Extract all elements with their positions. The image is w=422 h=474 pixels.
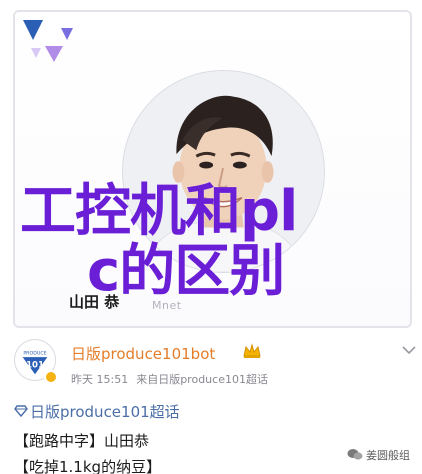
- produce101-corner-logo: [23, 20, 73, 62]
- topic-text: 日版produce101超话: [30, 403, 180, 421]
- diamond-icon: [14, 405, 28, 418]
- svg-text:101: 101: [26, 361, 44, 371]
- post-source[interactable]: 来自日版produce101超话: [136, 373, 268, 386]
- overlay-title: 工控机和pl c的区别: [20, 182, 350, 302]
- wechat-watermark: 姜圆般组: [347, 447, 410, 463]
- post-author-name[interactable]: 日版produce101bot: [71, 343, 215, 364]
- svg-text:PRODUCE: PRODUCE: [23, 350, 46, 356]
- wechat-watermark-text: 姜圆般组: [366, 449, 410, 462]
- verify-badge-icon: [44, 370, 58, 384]
- post-body-line-1: 【跑路中字】山田恭: [14, 432, 150, 450]
- post-time: 昨天 15:51: [71, 373, 129, 386]
- topic-link[interactable]: 日版produce101超话: [14, 401, 180, 422]
- weibo-post-screenshot: 山田 恭 Mnet 工控机和pl c的区别 PRODUCE 101 日版prod…: [0, 0, 422, 474]
- overlay-title-line2: c的区别: [87, 239, 285, 304]
- wechat-icon: [347, 449, 363, 460]
- post-body-line-2: 【吃掉1.1kg的纳豆】: [14, 458, 162, 474]
- post-meta: 昨天 15:51 来自日版produce101超话: [71, 371, 268, 387]
- chevron-down-icon[interactable]: [402, 345, 416, 355]
- crown-icon: [243, 343, 261, 358]
- overlay-title-line1: 工控机和pl: [20, 179, 298, 244]
